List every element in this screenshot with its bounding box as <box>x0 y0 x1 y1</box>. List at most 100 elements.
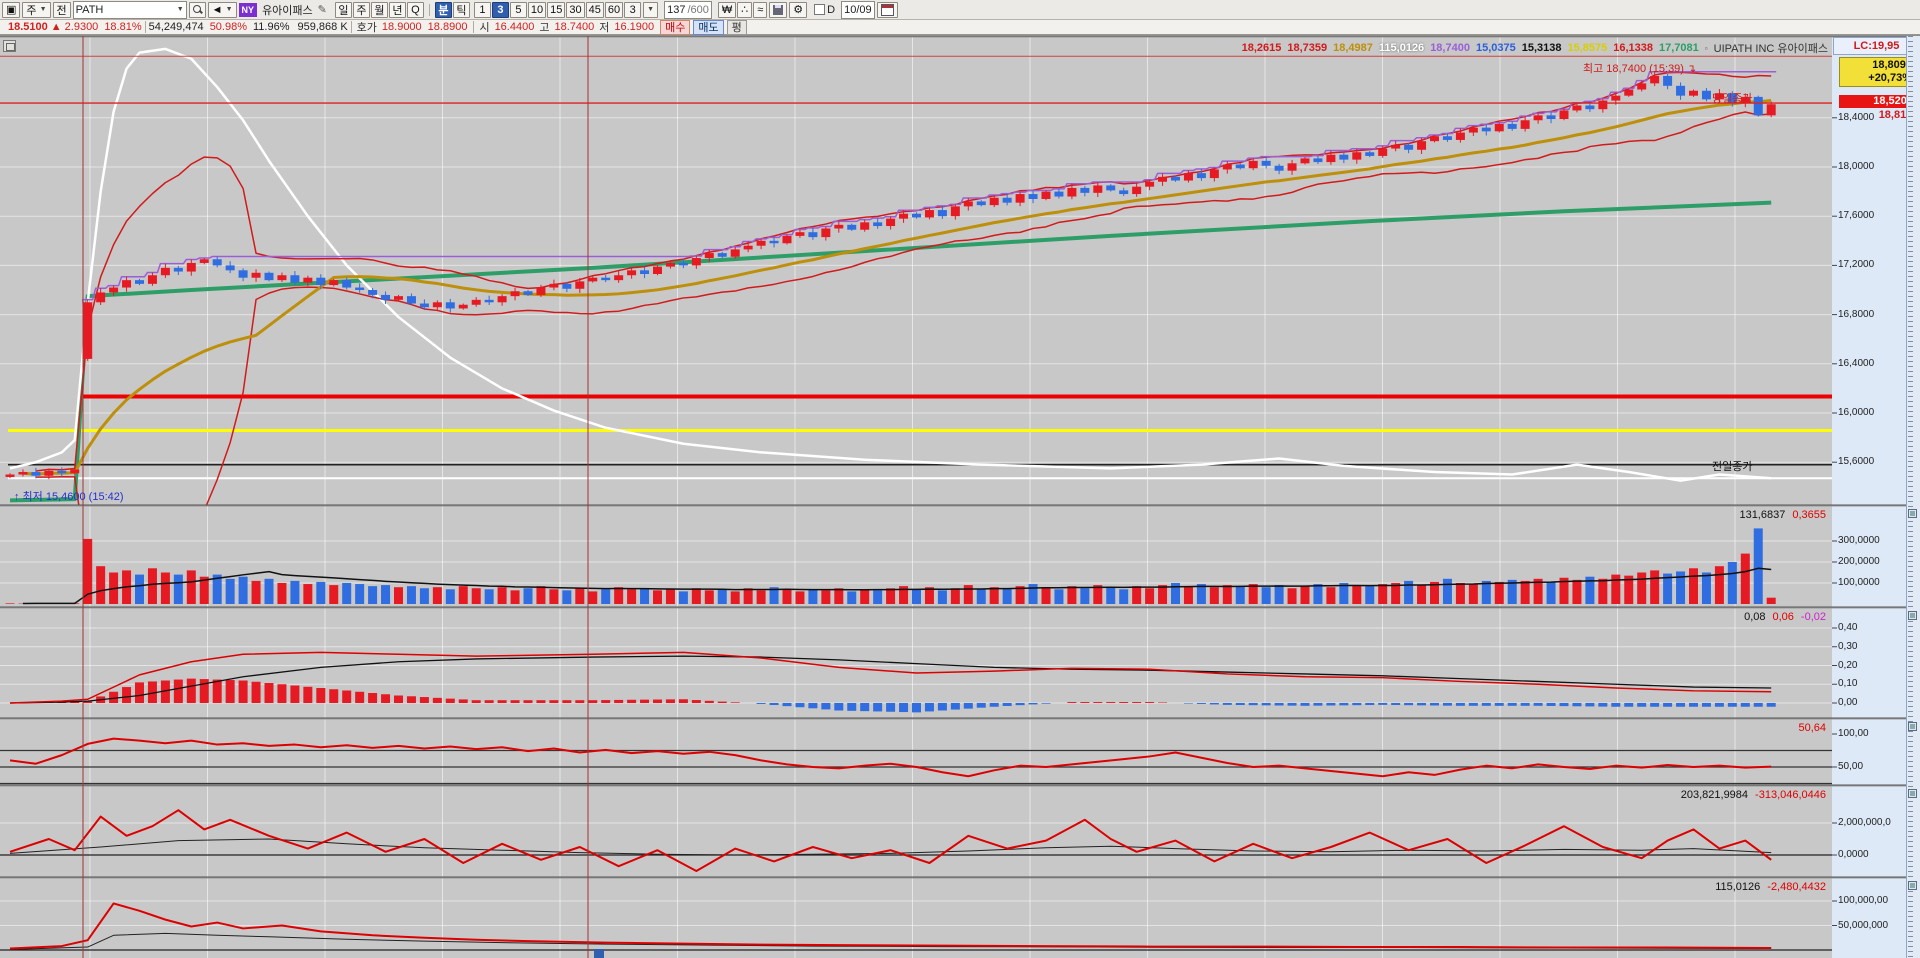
price-axis-label: 16,8000 <box>1838 308 1875 320</box>
pane-header-value: 0,06 <box>1772 611 1794 623</box>
period-button-일[interactable]: 일 <box>334 1 352 18</box>
calendar-button[interactable] <box>876 1 898 18</box>
legend-value: 17,7081 <box>1659 42 1699 54</box>
high-label: 고 <box>539 22 550 34</box>
netbuy-pane-header: 203,821,9984 -313,046,0446 <box>1681 789 1826 801</box>
legend-value: 15,8575 <box>1567 42 1608 54</box>
volume-pane-header: 131,6837 0,3655 <box>1739 509 1826 521</box>
volume-axis-label: 300,0000 <box>1838 535 1880 546</box>
bar-max-value: /600 <box>687 3 709 16</box>
calendar-icon <box>880 3 894 16</box>
avg-button[interactable]: 평 <box>726 19 747 35</box>
pane-menu-button-2[interactable] <box>1908 722 1917 731</box>
legend-value: 18,4987 <box>1333 42 1373 54</box>
interval-button-6[interactable]: 45 <box>585 1 604 18</box>
up-arrow-icon: ▲ <box>50 21 62 33</box>
symbol-input[interactable]: PATH ▼ <box>72 0 187 19</box>
interval-button-group: 1 3 5 10 15 30 45 60 3 <box>473 1 642 18</box>
interval-button-4[interactable]: 15 <box>547 1 566 18</box>
pane-header-value: 0,08 <box>1744 611 1766 623</box>
chart-corner-button[interactable] <box>3 40 16 52</box>
pane-menu-button-4[interactable] <box>1908 881 1917 890</box>
time-axis-marker <box>594 949 604 958</box>
interval-button-2[interactable]: 5 <box>509 1 527 18</box>
date-box[interactable]: 10/09 <box>841 0 875 19</box>
chart-type-dropdown[interactable]: 주 ▼ <box>22 1 51 18</box>
mode-button-분[interactable]: 분 <box>434 1 452 18</box>
mode-button-틱[interactable]: 틱 <box>452 1 470 18</box>
interval-button-7[interactable]: 60 <box>604 1 624 18</box>
search-button[interactable] <box>188 1 206 18</box>
day-close-label: 당일종가 <box>1712 93 1753 105</box>
save-icon <box>773 4 784 15</box>
sell-button[interactable]: 매도 <box>693 19 724 35</box>
settings-button[interactable]: ⚙ <box>789 1 808 18</box>
legend-value: 18,2615 <box>1241 42 1282 54</box>
bid-price: 18.8900 <box>427 21 468 33</box>
price-axis-label: 17,6000 <box>1838 210 1875 222</box>
current-price-marker: 18,5200 <box>1839 95 1916 108</box>
price-axis-label: 18,0000 <box>1838 161 1875 172</box>
bar-count-value: 137 <box>667 3 686 16</box>
symbol-name-label: 유아이패스 <box>262 4 313 17</box>
tool-icon-button-0[interactable]: ₩ <box>717 1 737 18</box>
bar-count-box[interactable]: 137/600 <box>664 0 712 19</box>
tool-icon-group: ₩ ∴ ≈ <box>717 1 768 18</box>
legend-value: 15,3138 <box>1521 42 1562 54</box>
pane-header-value: 115,0126 <box>1715 881 1761 893</box>
interval-button-3[interactable]: 10 <box>527 1 547 18</box>
macd-axis-label: 0,30 <box>1838 640 1858 652</box>
period-button-년[interactable]: 년 <box>388 1 406 18</box>
market-badge: NY <box>238 2 258 17</box>
last-price: 18.5100 <box>8 21 48 33</box>
legend-value: 18,7400 <box>1430 42 1470 54</box>
divider <box>144 21 146 33</box>
interval-button-8[interactable]: 3 <box>624 1 642 18</box>
netbuy-axis-label: 0,0000 <box>1838 849 1869 860</box>
interval-button-5[interactable]: 30 <box>566 1 585 18</box>
prev-close-label: 전일종가 <box>1712 461 1753 473</box>
volume-axis-label: 100,0000 <box>1838 577 1880 588</box>
pane-header-value: 50,64 <box>1798 722 1826 734</box>
jeon-button[interactable]: 전 <box>52 1 71 18</box>
cumflow-pane-header: 115,0126 -2,480,4432 <box>1715 881 1826 893</box>
pane-menu-button-3[interactable] <box>1908 789 1917 798</box>
hoga-label: 호가 <box>356 22 377 34</box>
volume-value: 54,249,474 <box>148 21 204 33</box>
main-toolbar: ▣ 주 ▼ 전 PATH ▼ ◄ ▼ NY 유아이패스 ✎ 일주월년Q 분틱 1… <box>0 0 1920 20</box>
buy-button[interactable]: 매수 <box>660 19 691 35</box>
period-button-주[interactable]: 주 <box>352 1 370 18</box>
macd-axis-label: 0,00 <box>1838 697 1858 708</box>
d-checkbox[interactable] <box>814 4 826 15</box>
pane-menu-button-0[interactable] <box>1908 509 1917 518</box>
save-button[interactable] <box>769 1 788 18</box>
low-price: 16.1900 <box>614 21 655 33</box>
tool-icon-button-2[interactable]: ≈ <box>753 1 768 18</box>
pane-menu-button-1[interactable] <box>1908 611 1917 620</box>
price-axis-label: 17,2000 <box>1838 259 1875 271</box>
legend-symbol-name: UIPATH INC 유아이패스 <box>1713 43 1828 55</box>
legend-marker-icon: ▫ <box>1704 43 1708 53</box>
tool-icon-button-1[interactable]: ∴ <box>737 1 753 18</box>
pane-header-value: -0,02 <box>1800 611 1826 623</box>
divider <box>428 3 430 16</box>
price-axis-label: 18,4000 <box>1838 111 1875 123</box>
legend-value: 15,0375 <box>1475 42 1516 54</box>
period-button-월[interactable]: 월 <box>370 1 388 18</box>
interval-button-1[interactable]: 3 <box>491 1 509 18</box>
window-icon[interactable]: ▣ <box>2 1 21 18</box>
volume-axis-label: 200,0000 <box>1838 556 1880 567</box>
ratio-percent: 11.96% <box>253 21 290 33</box>
interval-button-0[interactable]: 1 <box>473 1 491 18</box>
period-button-Q[interactable]: Q <box>406 1 424 18</box>
sound-button[interactable]: ◄ ▼ <box>207 1 237 18</box>
divider <box>350 21 352 33</box>
right-ruler-strip[interactable] <box>1906 36 1920 958</box>
interval-dropdown[interactable]: ▼ <box>643 1 659 18</box>
macd-axis-label: 0,40 <box>1838 622 1858 633</box>
edit-pencil-icon[interactable]: ✎ <box>318 3 327 16</box>
high-annotation: 최고 18,7400 (15:39) ↴ <box>1583 63 1697 75</box>
speaker-icon: ◄ <box>211 3 223 16</box>
legend-value: 115,0126 <box>1378 42 1425 54</box>
chart-canvas[interactable] <box>0 0 1920 958</box>
